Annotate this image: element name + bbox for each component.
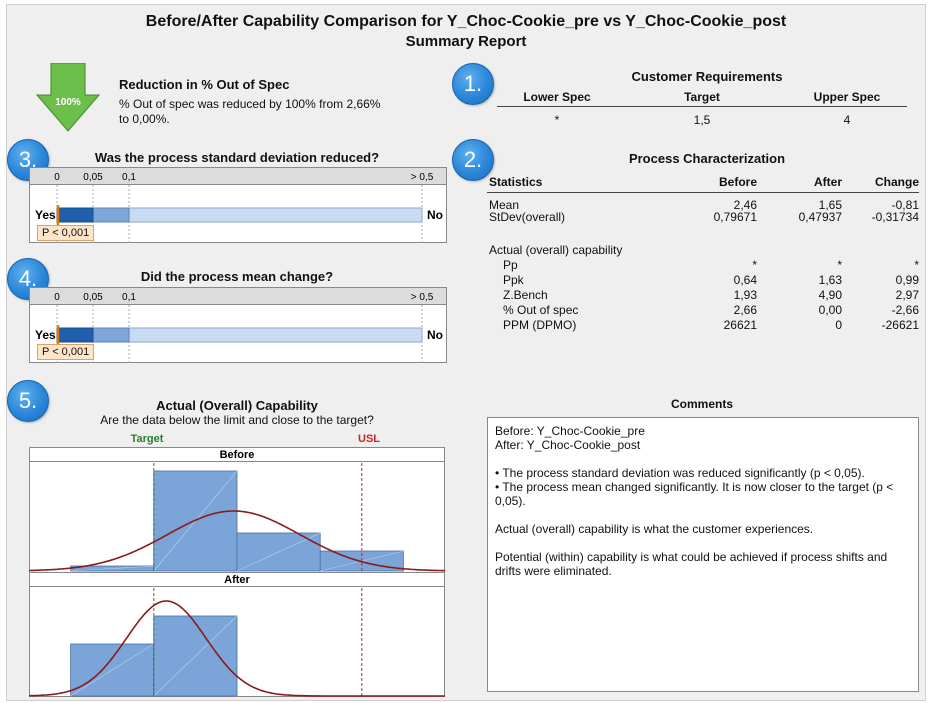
proc-cap-before: 1,93 xyxy=(733,288,757,302)
req-header-upper: Upper Spec xyxy=(813,90,881,104)
proc-cap-before: 2,66 xyxy=(733,303,757,317)
req-value-upper: 4 xyxy=(843,113,851,127)
comment-line: Actual (overall) capability is what the … xyxy=(495,522,814,536)
reduction-arrow-icon: 100% xyxy=(35,63,101,132)
proc-row-label: StDev(overall) xyxy=(489,210,566,224)
comment-line: • The process mean changed significantly… xyxy=(495,480,894,494)
proc-cap-change: * xyxy=(914,258,919,272)
stdev-test-title: Was the process standard deviation reduc… xyxy=(94,150,380,165)
process-table: Statistics Before After Change Mean 2,46… xyxy=(487,169,919,339)
req-header-lower: Lower Spec xyxy=(523,90,591,104)
proc-header-statistics: Statistics xyxy=(489,175,543,189)
proc-header-change: Change xyxy=(874,175,919,189)
stdev-bar-dark xyxy=(56,207,94,223)
stdev-tick-label: > 0,5 xyxy=(411,172,434,183)
req-value-target: 1,5 xyxy=(693,113,711,127)
proc-row-change: -0,31734 xyxy=(871,210,919,224)
stdev-tick-label: 0 xyxy=(54,172,60,183)
req-header-target: Target xyxy=(684,90,720,104)
proc-row-before: 0,79671 xyxy=(713,210,757,224)
proc-cap-label: Z.Bench xyxy=(503,288,548,302)
stdev-bar-light xyxy=(128,207,423,223)
mean-test-title: Did the process mean change? xyxy=(140,269,334,284)
target-label: Target xyxy=(130,433,164,445)
report-subtitle: Summary Report xyxy=(405,33,527,50)
proc-cap-before: 0,64 xyxy=(733,273,757,287)
proc-row-after: 0,47937 xyxy=(798,210,842,224)
mean-tick-label: 0,05 xyxy=(83,292,103,303)
comments-title: Comments xyxy=(670,397,733,411)
comments-text: Before: Y_Choc-Cookie_pre After: Y_Choc-C… xyxy=(495,424,913,578)
reduction-text-line1: % Out of spec was reduced by 100% from 2… xyxy=(119,97,381,111)
comment-line xyxy=(495,508,913,522)
mean-bar-light xyxy=(128,327,423,343)
proc-capability-label: Actual (overall) capability xyxy=(489,243,623,257)
mean-tick-label: > 0,5 xyxy=(411,292,434,303)
stdev-bar-mid xyxy=(92,207,130,223)
reduction-title: Reduction in % Out of Spec xyxy=(119,77,290,92)
proc-cap-after: 0 xyxy=(835,318,842,332)
req-value-lower: * xyxy=(554,113,560,127)
proc-divider xyxy=(487,192,919,193)
requirements-title: Customer Requirements xyxy=(631,69,783,84)
mean-no-label: No xyxy=(427,328,443,342)
reduction-text-line2: to 0,00%. xyxy=(119,112,170,126)
capability-subtitle: Are the data below the limit and close t… xyxy=(100,413,374,427)
proc-cap-change: -2,66 xyxy=(891,303,919,317)
mean-yes-label: Yes xyxy=(35,328,56,342)
mean-p-value: P < 0,001 xyxy=(37,344,95,360)
comment-line: After: Y_Choc-Cookie_post xyxy=(495,438,641,452)
after-label: After xyxy=(224,574,250,586)
proc-cap-after: 1,63 xyxy=(818,273,842,287)
report-title: Before/After Capability Comparison for Y… xyxy=(145,13,787,30)
mean-tick-label: 0 xyxy=(54,292,60,303)
proc-cap-after: 0,00 xyxy=(818,303,842,317)
proc-cap-label: Pp xyxy=(503,258,518,272)
comment-line: Before: Y_Choc-Cookie_pre xyxy=(495,424,645,438)
mean-bar-dark xyxy=(56,327,94,343)
process-title: Process Characterization xyxy=(628,151,786,166)
comments-box: Before: Y_Choc-Cookie_pre After: Y_Choc-C… xyxy=(487,417,919,692)
proc-cap-after: * xyxy=(837,258,842,272)
comment-line: Potential (within) capability is what co… xyxy=(495,550,888,564)
proc-cap-label: % Out of spec xyxy=(503,303,579,317)
req-divider xyxy=(497,106,907,107)
stdev-tick-label: 0,05 xyxy=(83,172,103,183)
usl-label: USL xyxy=(358,433,380,445)
stdev-yes-label: Yes xyxy=(35,208,56,222)
proc-cap-label: PPM (DPMO) xyxy=(503,318,577,332)
before-label: Before xyxy=(220,449,255,461)
mean-bar-mid xyxy=(92,327,130,343)
proc-cap-change: 0,99 xyxy=(895,273,919,287)
proc-cap-change: -26621 xyxy=(881,318,919,332)
proc-cap-before: * xyxy=(752,258,757,272)
proc-cap-before: 26621 xyxy=(723,318,757,332)
stdev-p-value: P < 0,001 xyxy=(37,225,95,241)
comment-line: • The process standard deviation was red… xyxy=(495,466,865,480)
proc-header-after: After xyxy=(813,175,842,189)
comment-line: 0,05). xyxy=(495,494,526,508)
badge-5: 5. xyxy=(7,380,49,422)
stdev-no-label: No xyxy=(427,208,443,222)
proc-cap-label: Ppk xyxy=(503,273,524,287)
report-page: Before/After Capability Comparison for Y… xyxy=(6,4,926,701)
arrow-label: 100% xyxy=(55,97,81,108)
proc-header-before: Before xyxy=(718,175,757,189)
comment-line xyxy=(495,536,913,550)
mean-tick-label: 0,1 xyxy=(122,292,136,303)
comment-line xyxy=(495,452,913,466)
stdev-tick-label: 0,1 xyxy=(122,172,136,183)
capability-chart: Before After xyxy=(29,447,445,697)
proc-cap-after: 4,90 xyxy=(818,288,842,302)
capability-title: Actual (Overall) Capability xyxy=(156,398,318,413)
proc-cap-change: 2,97 xyxy=(895,288,919,302)
comment-line: drifts were eliminated. xyxy=(495,564,612,578)
